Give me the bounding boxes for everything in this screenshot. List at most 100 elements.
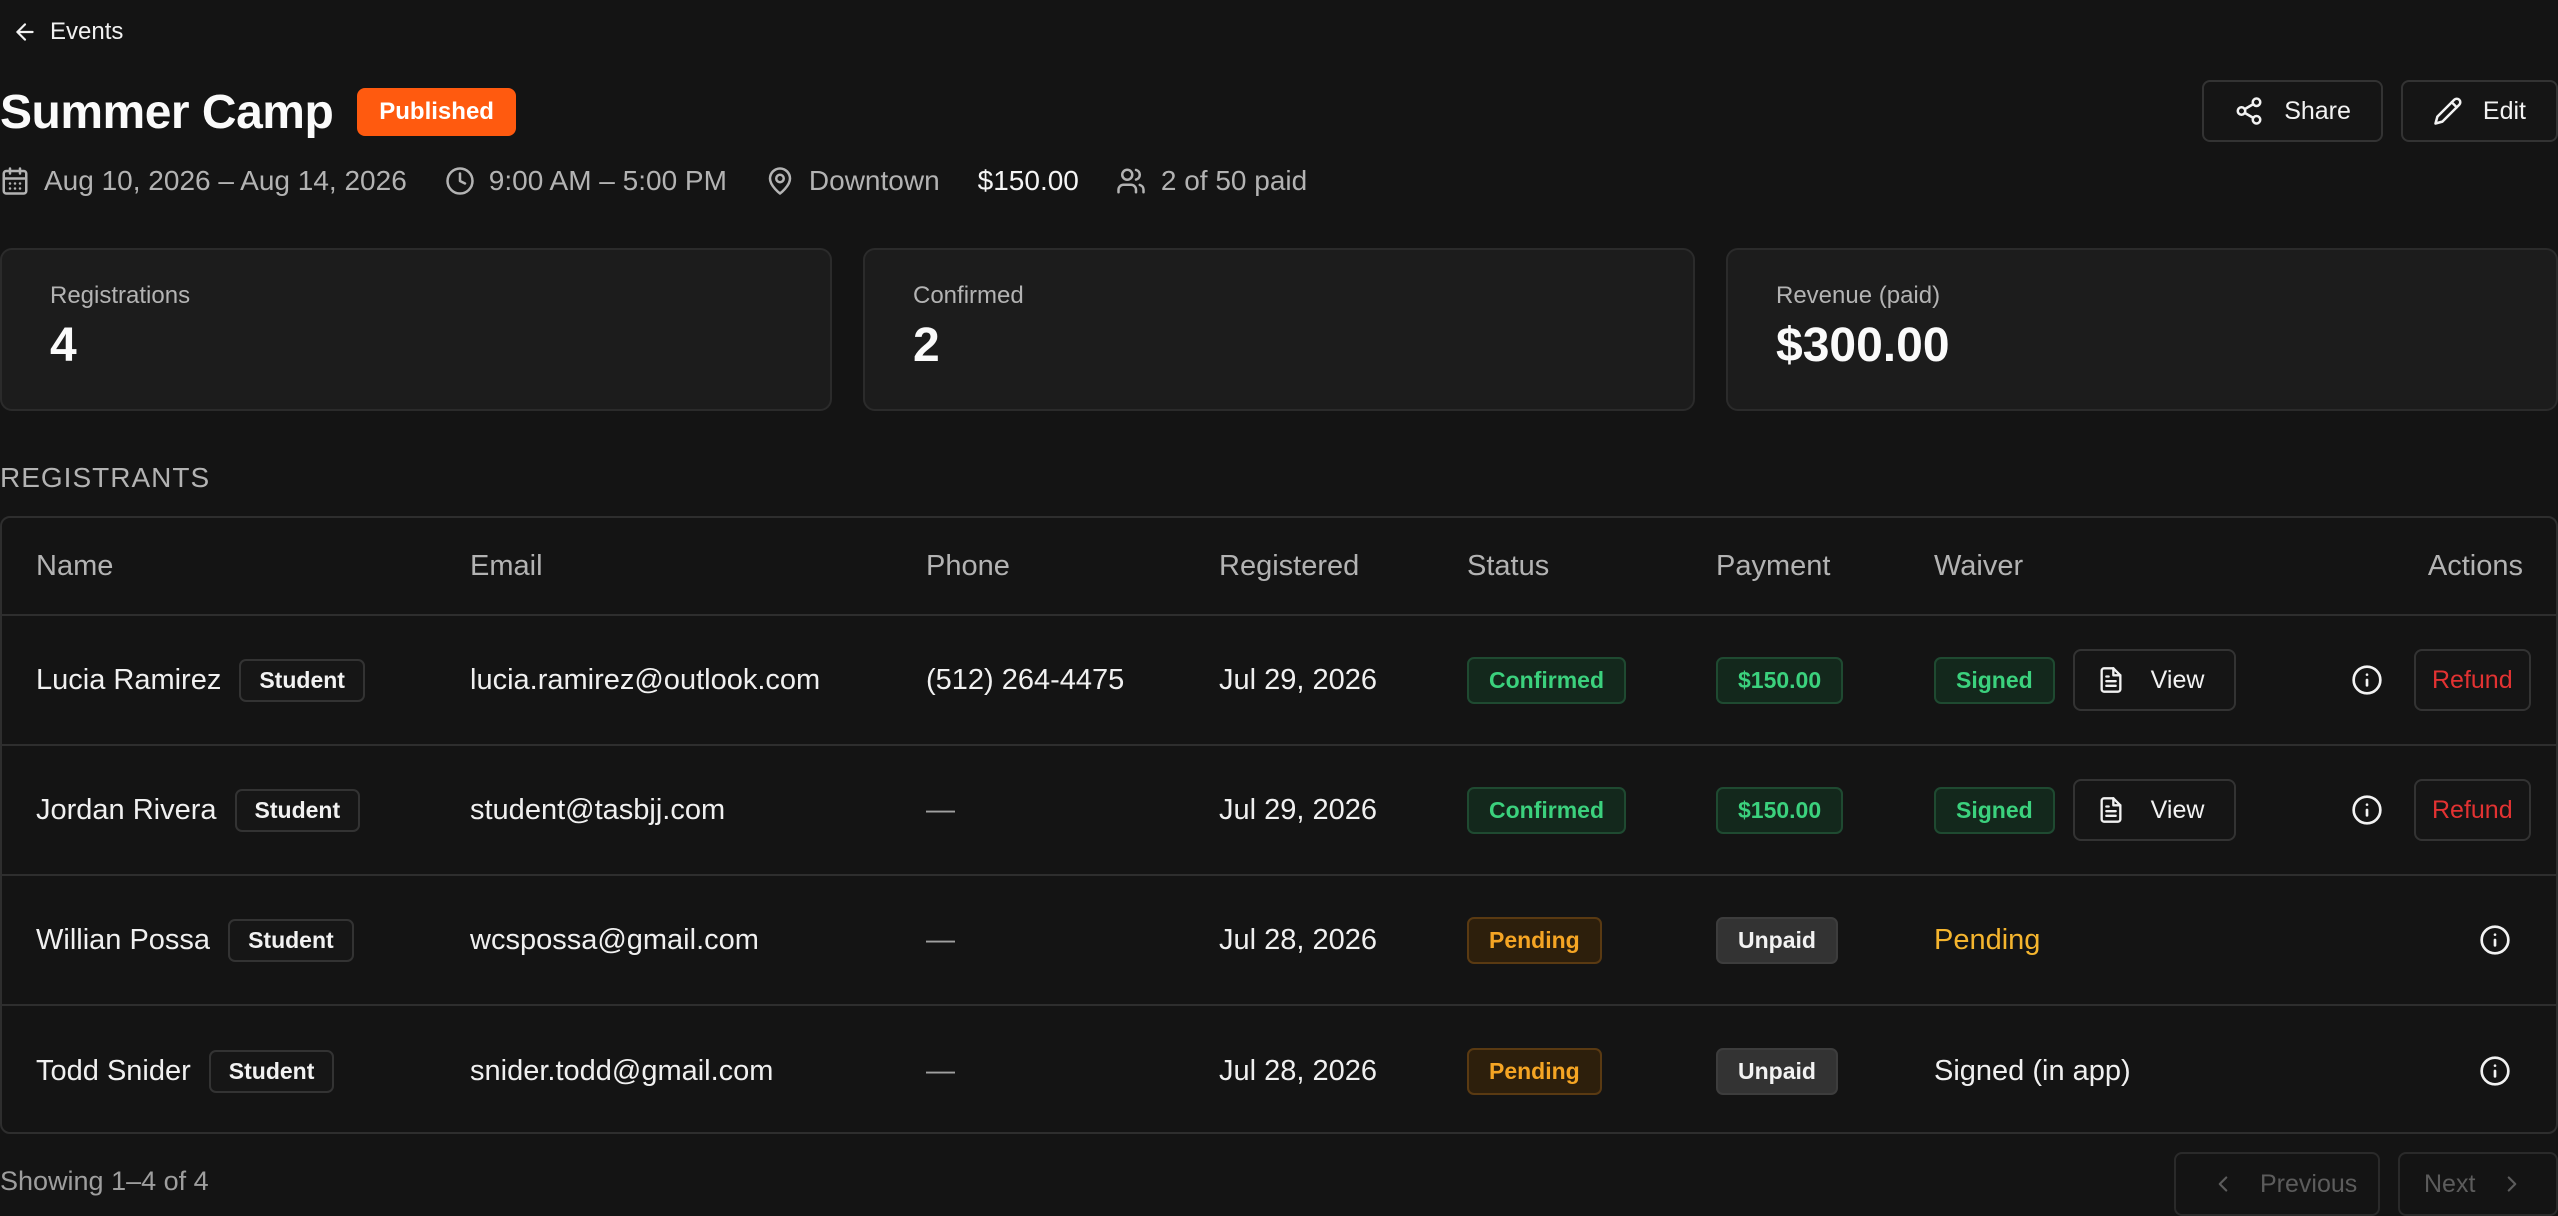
stat-value: 2 — [913, 319, 940, 372]
document-icon — [2100, 667, 2122, 693]
stat-card-confirmed: Confirmed 2 — [863, 248, 1695, 411]
table-row: Todd Snider Student snider.todd@gmail.co… — [2, 1006, 2556, 1132]
info-icon — [2480, 925, 2510, 955]
cell-email: snider.todd@gmail.com — [470, 1054, 774, 1087]
stat-label: Registrations — [50, 282, 191, 309]
cell-name: Jordan Rivera Student — [36, 746, 361, 874]
stat-card-revenue: Revenue (paid) $300.00 — [1726, 248, 2558, 411]
payment-badge: $150.00 — [1716, 656, 1844, 704]
column-header: Phone — [926, 549, 1010, 582]
stat-value: $300.00 — [1776, 319, 1950, 372]
refund-button[interactable]: Refund — [2414, 649, 2531, 711]
cell-payment: $150.00 — [1716, 746, 1844, 874]
view-label: View — [2150, 795, 2205, 824]
payment-badge: $150.00 — [1716, 786, 1844, 834]
column-header: Payment — [1716, 549, 1831, 582]
table-row: Willian Possa Student wcspossa@gmail.com… — [2, 876, 2556, 1006]
event-location-text: Downtown — [808, 165, 940, 196]
edit-button[interactable]: Edit — [2400, 80, 2558, 142]
cell-status: Confirmed — [1467, 616, 1626, 744]
column-header: Registered — [1219, 549, 1360, 582]
cell-status: Confirmed — [1467, 746, 1626, 874]
status-badge: Pending — [1467, 916, 1602, 964]
arrow-left-icon — [16, 23, 34, 41]
cell-registered: Jul 29, 2026 — [1219, 793, 1378, 826]
table-row: Jordan Rivera Student student@tasbjj.com… — [2, 746, 2556, 876]
cell-phone: (512) 264-4475 — [926, 663, 1125, 696]
back-button[interactable] — [0, 12, 50, 52]
cell-status: Pending — [1467, 1006, 1602, 1132]
stat-label: Revenue (paid) — [1776, 282, 1941, 309]
waiver-badge: Signed — [1934, 786, 2055, 834]
registrants-heading: REGISTRANTS — [0, 462, 211, 493]
info-button[interactable] — [2346, 659, 2388, 701]
info-icon — [2480, 1056, 2510, 1086]
calendar-icon — [2, 167, 28, 195]
cell-name: Todd Snider Student — [36, 1006, 335, 1132]
info-icon — [2352, 795, 2382, 825]
stat-card-registrations: Registrations 4 — [0, 248, 832, 411]
page-title: Summer Camp — [0, 85, 334, 139]
cell-payment: $150.00 — [1716, 616, 1844, 744]
share-button[interactable]: Share — [2202, 80, 2383, 142]
breadcrumb-events[interactable]: Events — [50, 18, 123, 46]
share-icon — [2236, 97, 2262, 125]
cell-registered: Jul 28, 2026 — [1219, 923, 1378, 956]
info-button[interactable] — [2474, 919, 2516, 961]
cell-waiver: Pending — [1934, 923, 2041, 956]
previous-button[interactable]: Previous — [2174, 1152, 2380, 1216]
cell-registered: Jul 29, 2026 — [1219, 663, 1378, 696]
cell-email: lucia.ramirez@outlook.com — [470, 663, 821, 696]
view-label: View — [2150, 665, 2205, 694]
cell-actions: Refund — [2346, 746, 2531, 874]
cell-registered: Jul 28, 2026 — [1219, 1054, 1378, 1087]
cell-phone: — — [926, 793, 955, 826]
column-header: Status — [1467, 549, 1550, 582]
column-header: Waiver — [1934, 549, 2024, 582]
role-tag: Student — [239, 658, 365, 702]
event-capacity: 2 of 50 paid — [1115, 165, 1307, 197]
cell-actions — [2474, 1006, 2516, 1132]
cell-waiver: Signed (in app) — [1934, 1054, 2131, 1087]
role-tag: Student — [208, 1049, 335, 1093]
cell-waiver: Signed View — [1934, 746, 2237, 874]
cell-phone: — — [926, 1054, 955, 1087]
info-button[interactable] — [2474, 1050, 2516, 1092]
cell-email: wcspossa@gmail.com — [470, 923, 759, 956]
view-waiver-button[interactable]: View — [2072, 649, 2237, 711]
view-waiver-button[interactable]: View — [2072, 779, 2237, 841]
status-badge: Published — [357, 88, 516, 136]
registrant-name: Lucia Ramirez — [36, 663, 222, 696]
cell-payment: Unpaid — [1716, 876, 1838, 1004]
share-label: Share — [2284, 96, 2351, 125]
chevron-right-icon — [2508, 1176, 2517, 1192]
registrants-table: Name Email Phone Registered Status Payme… — [0, 516, 2558, 1134]
pagination: Previous Next — [2174, 1152, 2558, 1216]
waiver-badge: Signed — [1934, 656, 2055, 704]
cell-actions: Refund — [2346, 616, 2531, 744]
cell-status: Pending — [1467, 876, 1602, 1004]
refund-button[interactable]: Refund — [2414, 779, 2531, 841]
cell-waiver: Signed View — [1934, 616, 2237, 744]
cell-actions — [2474, 876, 2516, 1004]
users-icon — [1117, 168, 1145, 194]
page-header: Summer Camp Published — [0, 82, 516, 142]
cell-phone: — — [926, 923, 955, 956]
header-actions: Share Edit — [2202, 80, 2558, 142]
next-button[interactable]: Next — [2398, 1152, 2558, 1216]
clock-icon — [446, 167, 474, 195]
payment-badge: Unpaid — [1716, 916, 1838, 964]
info-button[interactable] — [2346, 789, 2388, 831]
column-header: Email — [470, 549, 543, 582]
registrant-name: Todd Snider — [36, 1054, 191, 1087]
chevron-left-icon — [2218, 1176, 2228, 1192]
registrant-name: Jordan Rivera — [36, 793, 217, 826]
document-icon — [2100, 797, 2122, 823]
event-price: $150.00 — [977, 165, 1079, 196]
info-icon — [2352, 665, 2382, 695]
stat-value: 4 — [50, 319, 77, 372]
event-time: 9:00 AM – 5:00 PM — [445, 165, 727, 197]
payment-badge: Unpaid — [1716, 1047, 1838, 1095]
top-nav: Events — [0, 12, 123, 52]
role-tag: Student — [228, 918, 354, 962]
